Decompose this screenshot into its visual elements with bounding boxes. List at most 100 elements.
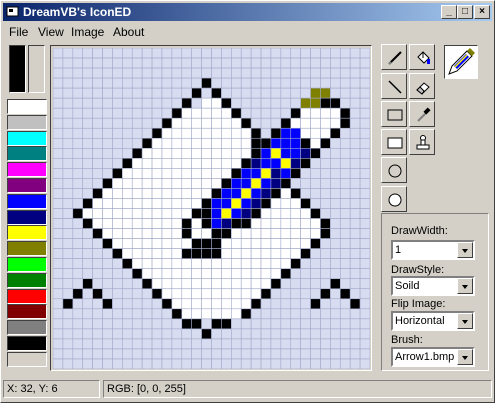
pixel-cell[interactable]: [82, 248, 93, 259]
pixel-cell[interactable]: [320, 148, 331, 159]
pixel-cell[interactable]: [290, 57, 301, 69]
pixel-cell[interactable]: [211, 278, 222, 290]
pixel-cell[interactable]: [221, 87, 232, 99]
pixel-cell[interactable]: [131, 358, 143, 369]
pixel-cell[interactable]: [82, 208, 93, 219]
pixel-cell[interactable]: [231, 288, 242, 300]
pixel-cell[interactable]: [102, 178, 113, 189]
pixel-cell[interactable]: [231, 238, 242, 249]
pixel-cell[interactable]: [72, 328, 84, 340]
line-tool[interactable]: [381, 73, 407, 99]
pixel-cell[interactable]: [349, 228, 361, 239]
pixel-cell[interactable]: [231, 208, 242, 219]
pixel-cell[interactable]: [231, 358, 242, 369]
color-swatch[interactable]: [7, 320, 47, 336]
pixel-cell[interactable]: [201, 77, 212, 89]
pixel-cell[interactable]: [151, 298, 163, 310]
pixel-cell[interactable]: [171, 168, 183, 179]
pixel-cell[interactable]: [151, 148, 163, 159]
pixel-cell[interactable]: [112, 308, 123, 320]
pixel-cell[interactable]: [53, 158, 64, 169]
pixel-cell[interactable]: [82, 318, 93, 330]
pixel-cell[interactable]: [320, 188, 331, 199]
pixel-cell[interactable]: [191, 57, 202, 69]
pixel-cell[interactable]: [250, 198, 262, 209]
pixel-cell[interactable]: [141, 228, 153, 239]
pixel-cell[interactable]: [211, 348, 222, 360]
pixel-cell[interactable]: [131, 127, 143, 139]
pixel-cell[interactable]: [131, 278, 143, 290]
pixel-cell[interactable]: [330, 148, 341, 159]
pixel-cell[interactable]: [211, 87, 222, 99]
pixel-cell[interactable]: [221, 258, 232, 269]
pixel-cell[interactable]: [339, 248, 351, 259]
pixel-cell[interactable]: [191, 117, 202, 129]
pixel-cell[interactable]: [92, 77, 103, 89]
pixel-cell[interactable]: [270, 278, 282, 290]
pixel-cell[interactable]: [300, 67, 311, 79]
pixel-cell[interactable]: [310, 338, 321, 350]
pixel-cell[interactable]: [161, 308, 173, 320]
pixel-cell[interactable]: [231, 308, 242, 320]
pixel-cell[interactable]: [112, 198, 123, 209]
pixel-cell[interactable]: [201, 87, 212, 99]
pixel-cell[interactable]: [72, 57, 84, 69]
pixel-cell[interactable]: [320, 358, 331, 369]
pixel-cell[interactable]: [62, 298, 74, 310]
pixel-cell[interactable]: [62, 278, 74, 290]
chevron-down-icon[interactable]: [457, 313, 473, 329]
pixel-cell[interactable]: [290, 258, 301, 269]
pixel-cell[interactable]: [270, 308, 282, 320]
pixel-cell[interactable]: [82, 158, 93, 169]
pixel-cell[interactable]: [201, 208, 212, 219]
pixel-cell[interactable]: [131, 107, 143, 119]
pixel-cell[interactable]: [201, 67, 212, 79]
pixel-cell[interactable]: [349, 338, 361, 350]
pixel-cell[interactable]: [141, 288, 153, 300]
pixel-cell[interactable]: [300, 298, 311, 310]
pixel-cell[interactable]: [270, 338, 282, 350]
pixel-cell[interactable]: [122, 348, 133, 360]
pixel-cell[interactable]: [300, 107, 311, 119]
pixel-cell[interactable]: [151, 107, 163, 119]
pixel-cell[interactable]: [141, 178, 153, 189]
pixel-cell[interactable]: [82, 288, 93, 300]
pixel-cell[interactable]: [191, 248, 202, 259]
pixel-cell[interactable]: [53, 168, 64, 179]
pixel-cell[interactable]: [231, 218, 242, 229]
pixel-cell[interactable]: [181, 87, 192, 99]
pixel-cell[interactable]: [320, 338, 331, 350]
color-swatch[interactable]: [7, 336, 47, 351]
pixel-cell[interactable]: [221, 288, 232, 300]
pixel-cell[interactable]: [349, 198, 361, 209]
pixel-cell[interactable]: [260, 148, 272, 159]
pixel-cell[interactable]: [161, 48, 173, 59]
pixel-cell[interactable]: [171, 358, 183, 369]
pixel-cell[interactable]: [92, 308, 103, 320]
pixel-cell[interactable]: [290, 208, 301, 219]
pixel-cell[interactable]: [211, 288, 222, 300]
pixel-cell[interactable]: [250, 318, 262, 330]
pixel-cell[interactable]: [300, 308, 311, 320]
pixel-cell[interactable]: [72, 288, 84, 300]
pixel-cell[interactable]: [122, 48, 133, 59]
pixel-cell[interactable]: [53, 178, 64, 189]
pixel-cell[interactable]: [181, 218, 192, 229]
pixel-cell[interactable]: [62, 87, 74, 99]
stamp-tool[interactable]: [409, 129, 435, 155]
pixel-cell[interactable]: [171, 97, 183, 109]
pixel-cell[interactable]: [62, 338, 74, 350]
pixel-cell[interactable]: [201, 127, 212, 139]
pixel-cell[interactable]: [181, 238, 192, 249]
pixel-cell[interactable]: [211, 268, 222, 280]
pixel-cell[interactable]: [161, 358, 173, 369]
pixel-cell[interactable]: [330, 48, 341, 59]
pixel-cell[interactable]: [141, 308, 153, 320]
pixel-cell[interactable]: [53, 97, 64, 109]
pixel-cell[interactable]: [349, 158, 361, 169]
pixel-cell[interactable]: [260, 178, 272, 189]
pixel-cell[interactable]: [201, 358, 212, 369]
pixel-cell[interactable]: [112, 228, 123, 239]
pixel-cell[interactable]: [92, 358, 103, 369]
pixel-cell[interactable]: [131, 218, 143, 229]
